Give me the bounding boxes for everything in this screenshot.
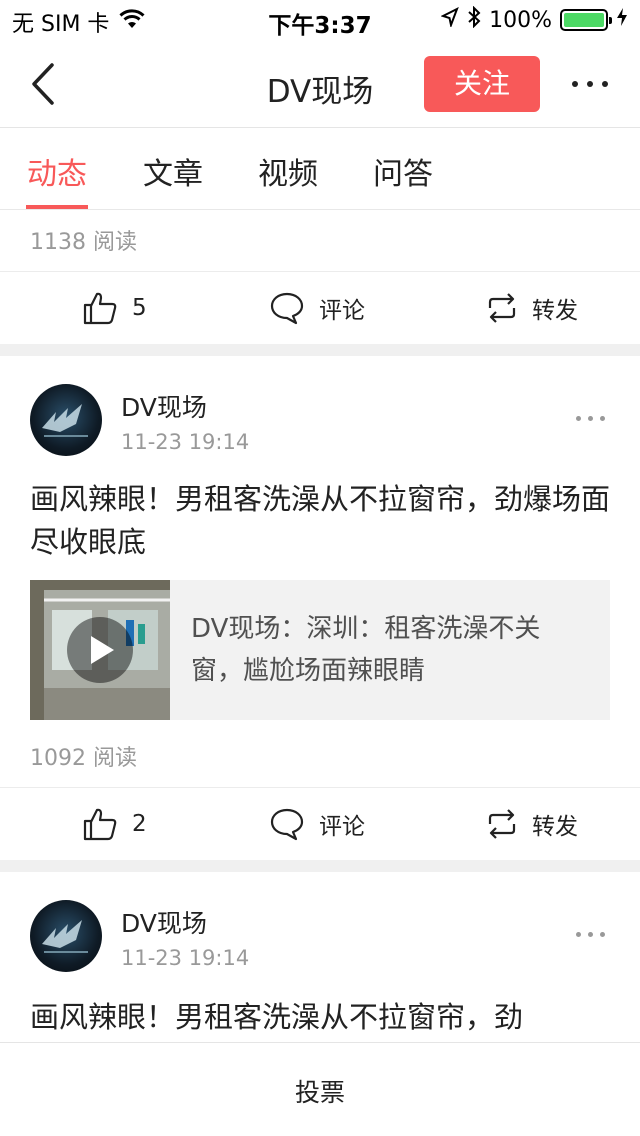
- comment-label: 评论: [319, 298, 365, 324]
- vote-button[interactable]: 投票: [0, 1073, 640, 1109]
- ellipsis-icon[interactable]: [566, 70, 614, 98]
- share-button[interactable]: 转发: [486, 272, 578, 344]
- read-count: 1092 阅读: [30, 746, 137, 771]
- status-bar: 无 SIM 卡 下午3:37 100%: [0, 0, 640, 40]
- post-time: 11-23 19:14: [121, 430, 250, 454]
- author-name[interactable]: DV现场: [121, 388, 207, 424]
- follow-button[interactable]: 关注: [424, 56, 540, 112]
- share-label: 转发: [532, 814, 578, 840]
- thumbs-up-icon: [82, 290, 118, 326]
- tab-dynamics[interactable]: 动态: [27, 149, 87, 193]
- avatar[interactable]: [30, 384, 102, 456]
- battery-percent: 100%: [489, 7, 552, 33]
- tab-qa[interactable]: 问答: [373, 149, 433, 193]
- charging-icon: [616, 7, 628, 33]
- like-button[interactable]: 2: [82, 788, 147, 860]
- like-count: 2: [132, 811, 147, 837]
- link-card[interactable]: DV现场：深圳：租客洗澡不关窗，尴尬场面辣眼睛: [30, 580, 610, 720]
- tab-bar: 动态 文章 视频 问答: [0, 129, 640, 210]
- tab-videos[interactable]: 视频: [258, 149, 318, 193]
- nav-bar: DV现场 关注: [0, 40, 640, 128]
- share-label: 转发: [532, 298, 578, 324]
- comment-label: 评论: [319, 814, 365, 840]
- bluetooth-icon: [467, 5, 481, 34]
- feed-gap: [0, 344, 640, 356]
- thumbs-up-icon: [82, 806, 118, 842]
- action-bar: 2 评论 转发: [0, 788, 640, 860]
- video-thumbnail: [30, 580, 170, 720]
- repost-icon: [486, 808, 518, 840]
- page-title: DV现场: [266, 74, 374, 110]
- post-time: 11-23 19:14: [121, 946, 250, 970]
- card-title: DV现场：深圳：租客洗澡不关窗，尴尬场面辣眼睛: [191, 614, 541, 686]
- tab-active-indicator: [26, 205, 88, 209]
- post-text[interactable]: 画风辣眼！男租客洗澡从不拉窗帘，劲爆场面尽收眼底: [30, 478, 610, 564]
- feed-gap: [0, 860, 640, 872]
- play-icon: [30, 580, 170, 720]
- action-bar: 5 评论 转发: [0, 272, 640, 344]
- avatar[interactable]: [30, 900, 102, 972]
- repost-icon: [486, 292, 518, 324]
- bottom-bar: 投票: [0, 1042, 640, 1136]
- ellipsis-icon[interactable]: [576, 924, 610, 944]
- read-count: 1138 阅读: [30, 230, 137, 255]
- comment-bubble-icon: [269, 806, 305, 842]
- like-button[interactable]: 5: [82, 272, 147, 344]
- comment-bubble-icon: [269, 290, 305, 326]
- author-name[interactable]: DV现场: [121, 904, 207, 940]
- comment-button[interactable]: 评论: [269, 788, 365, 860]
- share-button[interactable]: 转发: [486, 788, 578, 860]
- location-arrow-icon: [440, 6, 459, 33]
- ellipsis-icon[interactable]: [576, 408, 610, 428]
- post-text[interactable]: 画风辣眼！男租客洗澡从不拉窗帘，劲: [30, 996, 610, 1039]
- battery-icon: [560, 9, 612, 31]
- tab-articles[interactable]: 文章: [143, 149, 203, 193]
- like-count: 5: [132, 295, 147, 321]
- comment-button[interactable]: 评论: [269, 272, 365, 344]
